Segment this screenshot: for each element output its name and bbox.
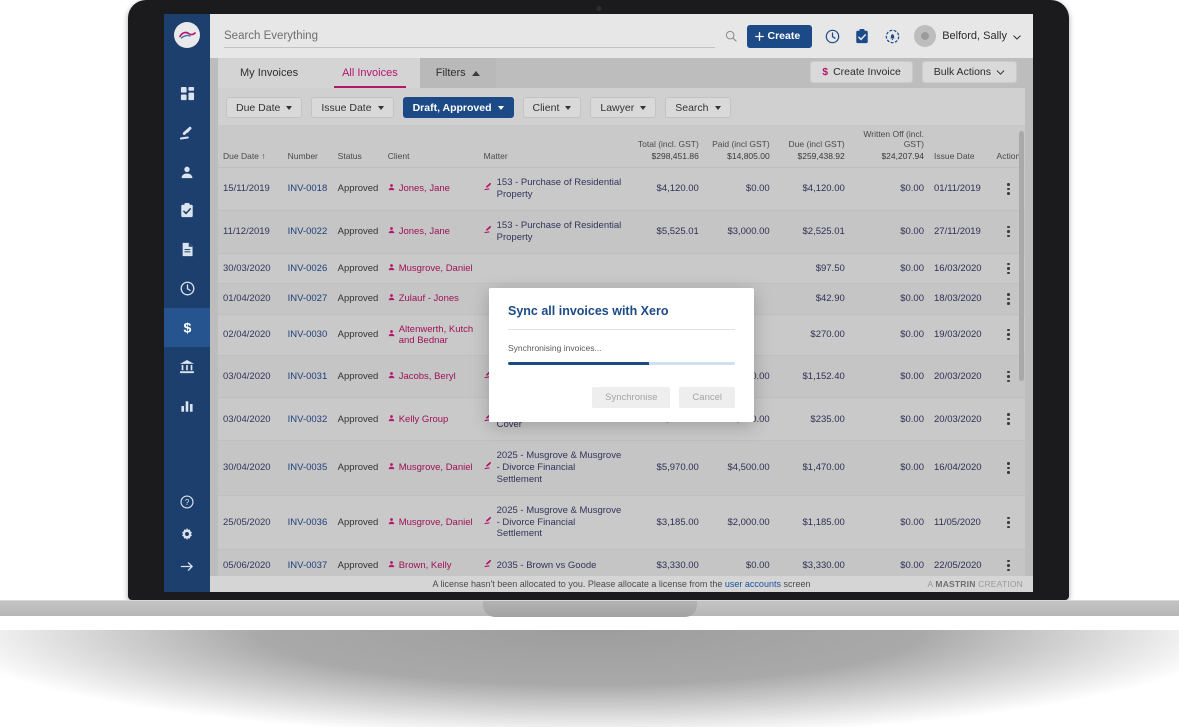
desk-shadow: [0, 630, 1179, 727]
main-area: Create: [210, 14, 1033, 592]
logo-swoosh-icon: [179, 30, 196, 40]
help-circle-icon: ?: [180, 495, 194, 509]
chevron-down-icon: [1013, 27, 1021, 45]
tasks-icon[interactable]: [852, 26, 872, 46]
webcam: [596, 6, 601, 11]
create-button[interactable]: Create: [747, 25, 813, 48]
sync-status-text: Synchronising invoices...: [508, 343, 735, 353]
sidebar-bottom-nav: ?: [164, 486, 210, 592]
sidebar-item-matters[interactable]: [164, 113, 210, 152]
cancel-button[interactable]: Cancel: [679, 387, 735, 408]
laptop-foot: [104, 622, 184, 626]
svg-text:?: ?: [185, 498, 190, 507]
user-menu[interactable]: Belford, Sally: [914, 25, 1021, 47]
sync-xero-dialog: Sync all invoices with Xero Synchronisin…: [489, 288, 754, 422]
notifications-bell-icon[interactable]: [882, 26, 902, 46]
laptop-mockup-scene: $: [0, 0, 1179, 727]
progress-bar-fill: [508, 362, 649, 365]
dialog-title: Sync all invoices with Xero: [508, 304, 735, 330]
screen: $: [164, 14, 1033, 592]
user-accounts-link[interactable]: user accounts: [725, 579, 781, 589]
avatar: [914, 25, 936, 47]
sidebar-item-documents[interactable]: [164, 230, 210, 269]
modal-overlay: Sync all invoices with Xero Synchronisin…: [210, 58, 1033, 576]
person-icon: [180, 165, 194, 179]
laptop-notch: [483, 601, 697, 617]
synchronise-button[interactable]: Synchronise: [592, 387, 670, 408]
gavel-icon: [179, 125, 195, 141]
application-window: $: [164, 14, 1033, 592]
license-message-after: screen: [783, 579, 810, 589]
license-message-before: A license hasn't been allocated to you. …: [433, 579, 723, 589]
dialog-actions: Synchronise Cancel: [508, 387, 735, 408]
user-name: Belford, Sally: [942, 30, 1007, 42]
sidebar-item-reports[interactable]: [164, 386, 210, 425]
svg-text:$: $: [183, 320, 191, 336]
sidebar-item-trust[interactable]: [164, 347, 210, 386]
plus-icon: [755, 32, 764, 41]
sidebar-item-help[interactable]: ?: [164, 486, 210, 518]
laptop-base-lip: [0, 600, 1179, 616]
content-area: My Invoices All Invoices Filters $: [210, 58, 1033, 576]
clipboard-check-icon: [180, 203, 194, 218]
history-icon[interactable]: [822, 26, 842, 46]
grid-icon: [180, 86, 195, 101]
progress-bar: [508, 362, 735, 365]
bank-icon: [179, 359, 195, 374]
sidebar-item-collapse[interactable]: [164, 550, 210, 582]
sidebar-item-dashboard[interactable]: [164, 74, 210, 113]
arrow-right-icon: [180, 560, 195, 573]
top-bar: Create: [210, 14, 1033, 58]
sidebar-item-settings[interactable]: [164, 518, 210, 550]
bar-chart-icon: [180, 399, 194, 413]
document-icon: [181, 242, 194, 257]
sidebar-item-time[interactable]: [164, 269, 210, 308]
sidebar-item-billing[interactable]: $: [164, 308, 210, 347]
search-icon[interactable]: [725, 30, 737, 42]
create-button-label: Create: [768, 30, 801, 42]
clock-icon: [180, 281, 195, 296]
sidebar-item-tasks[interactable]: [164, 191, 210, 230]
sidebar-nav: $: [164, 74, 210, 425]
status-bar: A license hasn't been allocated to you. …: [210, 576, 1033, 592]
sidebar-item-contacts[interactable]: [164, 152, 210, 191]
sidebar: $: [164, 14, 210, 592]
gear-icon: [180, 527, 194, 541]
dollar-icon: $: [181, 320, 194, 336]
brandmark: A MASTRIN CREATION: [927, 579, 1023, 589]
app-logo[interactable]: [174, 14, 200, 58]
search-input[interactable]: [224, 24, 715, 48]
